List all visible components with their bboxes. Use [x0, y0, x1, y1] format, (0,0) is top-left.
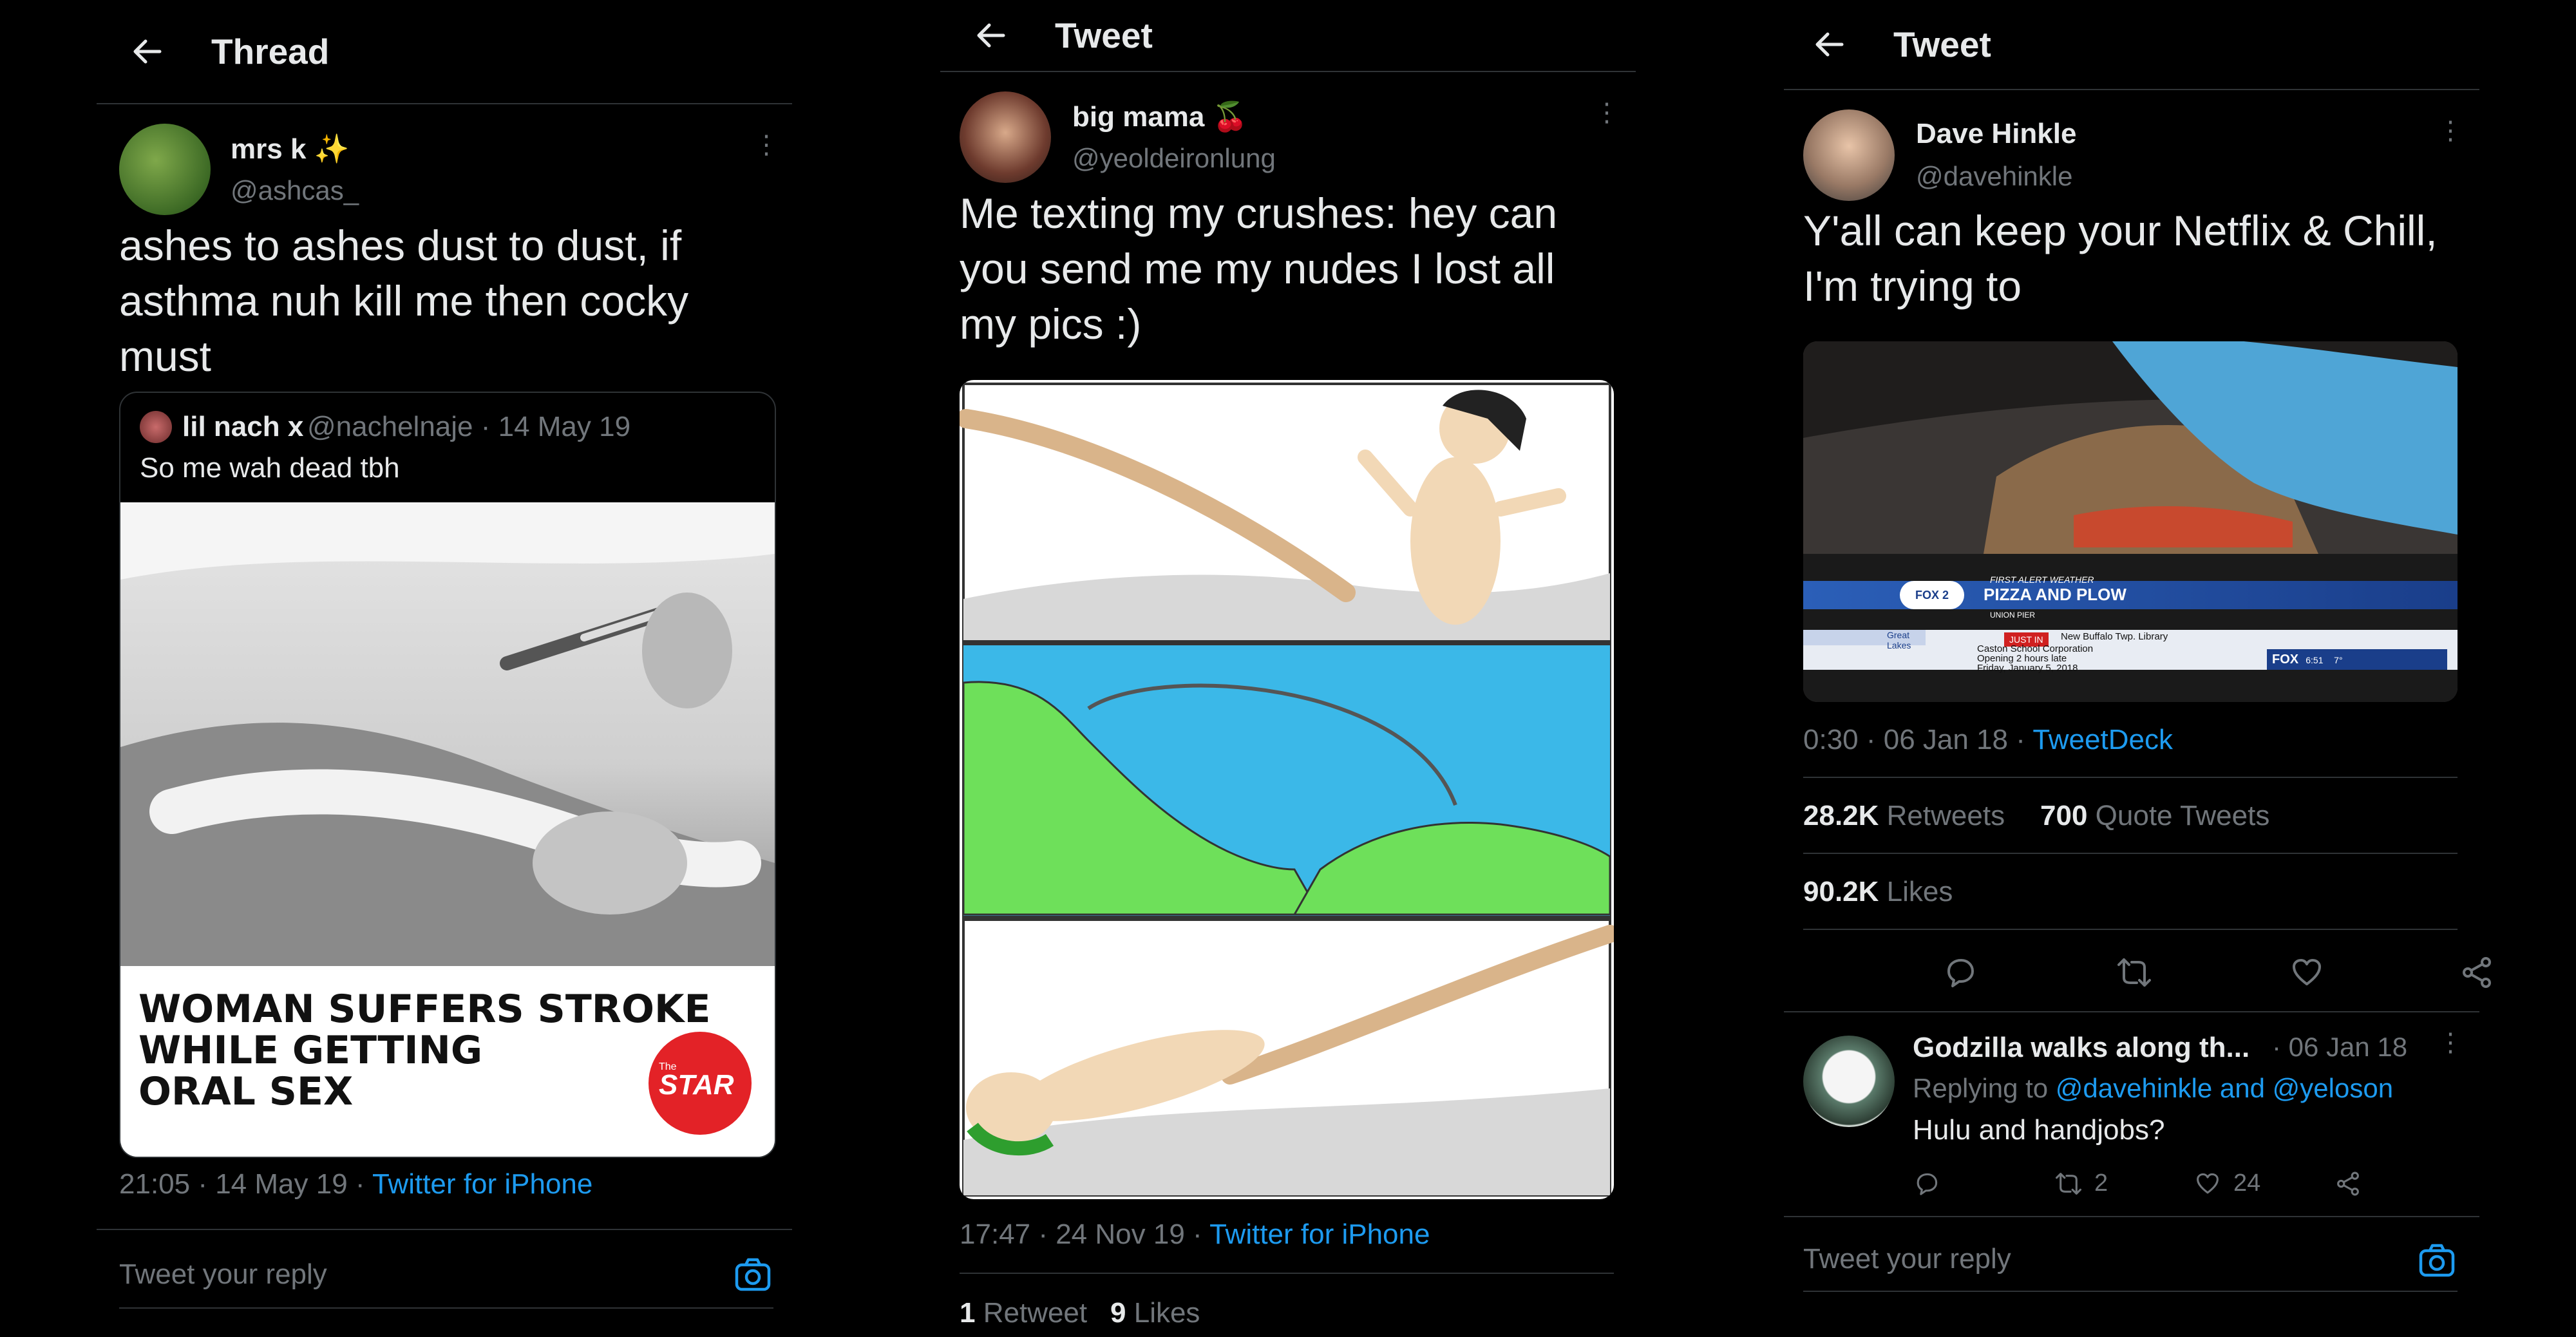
divider [1803, 853, 2458, 854]
reply-author-name[interactable]: Godzilla walks along th... [1913, 1032, 2249, 1064]
back-arrow-icon[interactable] [1810, 25, 1848, 64]
reply-like-count: 24 [2233, 1170, 2261, 1197]
image-headline: WOMAN SUFFERS STROKE WHILE GETTING ORAL … [138, 987, 711, 1114]
author-handle[interactable]: @yeoldeironlung [1072, 143, 1276, 174]
quote-image: WOMAN SUFFERS STROKE WHILE GETTING ORAL … [120, 502, 775, 1157]
reply-avatar[interactable] [1803, 1036, 1895, 1127]
replying-to: Replying to @davehinkle and @yeloson [1913, 1073, 2394, 1103]
divider [1784, 1216, 2479, 1217]
comic-drawing [960, 383, 1614, 1197]
author-handle[interactable]: @ashcas_ [231, 175, 359, 206]
source-link[interactable]: TweetDeck [2032, 724, 2173, 755]
hospital-photo [120, 502, 775, 992]
camera-icon[interactable] [2418, 1242, 2456, 1279]
author-name[interactable]: Dave Hinkle [1916, 118, 2076, 150]
divider [1803, 1291, 2458, 1292]
reply-input[interactable]: Tweet your reply [1803, 1243, 2011, 1275]
channel-logo: FOX 2 [1900, 581, 1964, 609]
avatar[interactable] [119, 124, 211, 215]
star-logo: The STAR [649, 1032, 752, 1135]
tweet-text: Me texting my crushes: hey can you send … [960, 189, 1558, 348]
divider [960, 1273, 1614, 1274]
avatar[interactable] [1803, 109, 1895, 201]
page-title: Tweet [1893, 24, 1991, 64]
back-arrow-icon[interactable] [971, 16, 1010, 55]
tweet-meta: 17:47 · 24 Nov 19 · Twitter for iPhone [960, 1218, 1430, 1250]
quote-avatar [140, 411, 172, 443]
source-link[interactable]: Twitter for iPhone [1209, 1218, 1430, 1250]
divider [97, 1229, 792, 1230]
source-link[interactable]: Twitter for iPhone [372, 1168, 592, 1200]
ticker-text: New Buffalo Twp. Library [2061, 631, 2168, 642]
author-name[interactable]: mrs k ✨ [231, 132, 349, 166]
mention-link[interactable]: @davehinkle and @yeloson [2056, 1073, 2393, 1103]
ticker-details: Caston School Corporation Opening 2 hour… [1977, 643, 2094, 674]
comic-image[interactable] [960, 380, 1614, 1199]
header: Tweet [1784, 0, 2479, 90]
tweet-meta: 21:05 · 14 May 19 · Twitter for iPhone [119, 1168, 593, 1200]
more-icon[interactable]: ⋮ [753, 132, 779, 158]
quote-author-name: lil nach x [182, 411, 304, 442]
more-icon[interactable]: ⋮ [2438, 118, 2463, 144]
reply-icon[interactable] [1914, 1171, 1940, 1197]
avatar[interactable] [960, 91, 1051, 183]
reply-input[interactable]: Tweet your reply [119, 1258, 327, 1291]
retweet-count[interactable]: 28.2K Retweets [1803, 800, 2005, 832]
header: Thread [97, 0, 792, 104]
reply-date: · 06 Jan 18 [2272, 1032, 2408, 1062]
page-title: Tweet [1055, 15, 1153, 55]
reply-text: Hulu and handjobs? [1913, 1114, 2165, 1146]
author-name[interactable]: big mama 🍒 [1072, 100, 1247, 133]
tweet-text: ashes to ashes dust to dust, if asthma n… [119, 222, 689, 380]
quote-text: So me wah dead tbh [140, 452, 400, 484]
tweet-meta: 0:30 · 06 Jan 18 · TweetDeck [1803, 724, 2173, 755]
like-count[interactable]: 90.2K Likes [1803, 876, 1953, 908]
camera-icon[interactable] [734, 1256, 772, 1293]
divider [119, 1307, 773, 1309]
share-icon[interactable] [2460, 956, 2494, 989]
like-count[interactable]: 9 Likes [1110, 1297, 1200, 1329]
like-icon[interactable] [2195, 1171, 2221, 1197]
header: Tweet [940, 0, 1636, 72]
divider [1784, 1011, 2479, 1012]
thread-panel: Thread mrs k ✨ @ashcas_ ⋮ ashes to ashes… [97, 0, 792, 1337]
tweet-panel: Tweet Dave Hinkle @davehinkle ⋮ Y'all ca… [1784, 0, 2491, 1337]
author-handle[interactable]: @davehinkle [1916, 161, 2072, 192]
tweet-panel: Tweet big mama 🍒 @yeoldeironlung ⋮ Me te… [940, 0, 1636, 1337]
back-arrow-icon[interactable] [128, 32, 166, 71]
video-player[interactable]: FIRST ALERT WEATHER PIZZA AND PLOW FOX 2… [1803, 341, 2458, 702]
retweet-icon[interactable] [2054, 1171, 2083, 1197]
divider [1803, 929, 2458, 930]
retweet-count[interactable]: 1 Retweet [960, 1297, 1087, 1329]
quote-count[interactable]: 700 Quote Tweets [2040, 800, 2269, 832]
share-icon[interactable] [2335, 1171, 2361, 1197]
quote-handle-date: @nachelnaje · 14 May 19 [307, 411, 631, 442]
quoted-tweet[interactable]: lil nach x @nachelnaje · 14 May 19 So me… [119, 392, 776, 1158]
more-icon[interactable]: ⋮ [1594, 100, 1620, 126]
like-icon[interactable] [2290, 956, 2324, 989]
more-icon[interactable]: ⋮ [2438, 1030, 2463, 1056]
divider [1803, 777, 2458, 778]
page-title: Thread [211, 32, 330, 71]
retweet-icon[interactable] [2116, 956, 2152, 989]
reply-icon[interactable] [1944, 956, 1977, 989]
reply-retweet-count: 2 [2094, 1170, 2108, 1197]
tweet-text: Y'all can keep your Netflix & Chill, I'm… [1803, 207, 2438, 310]
clock-bar: FOX 6:51 7° [2267, 649, 2447, 670]
